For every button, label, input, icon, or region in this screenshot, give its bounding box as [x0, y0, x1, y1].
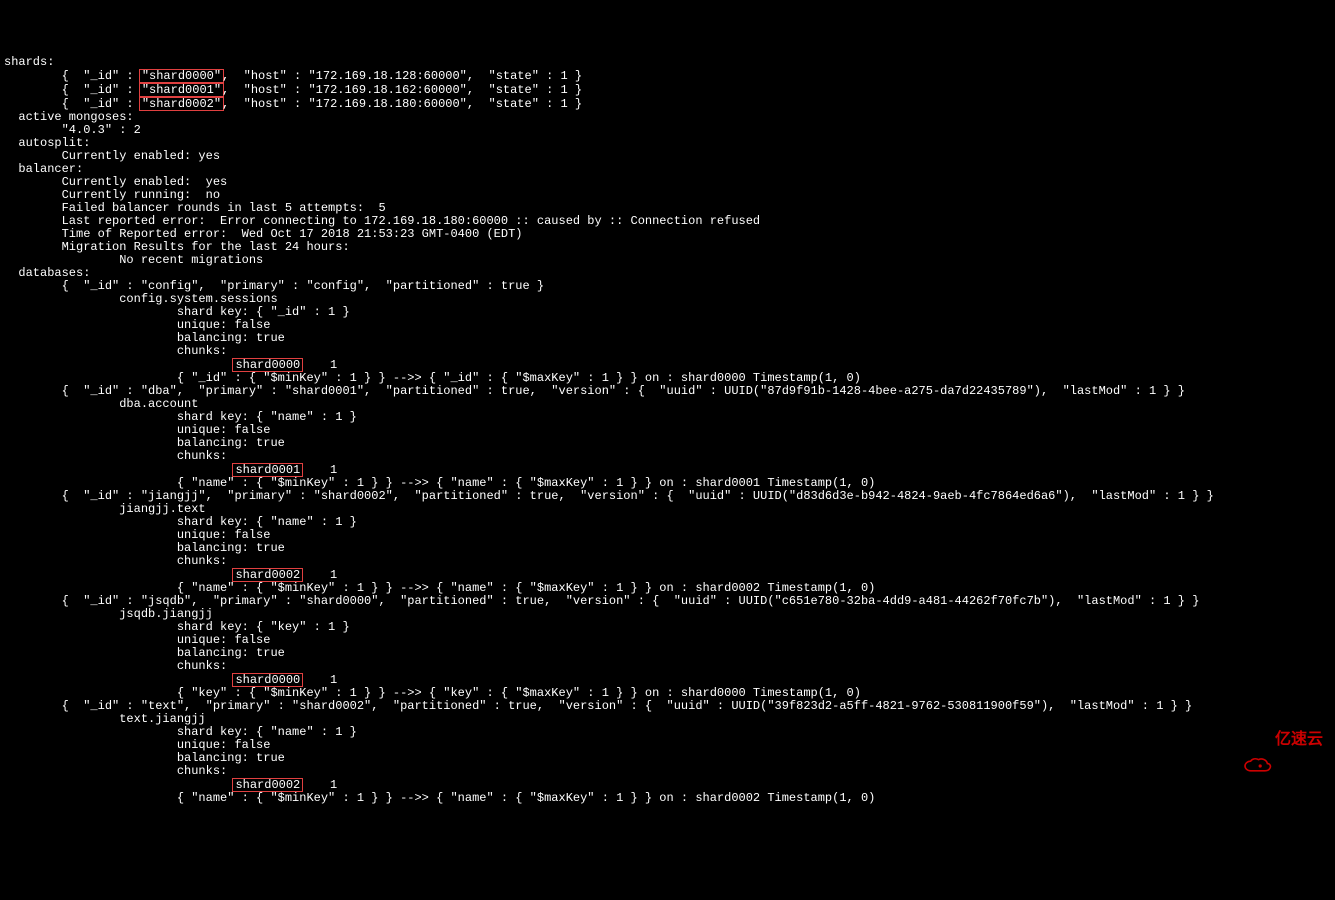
balancer-no-migration: No recent migrations [4, 253, 263, 267]
shard-line-1-pre: { "_id" : [4, 83, 141, 97]
shard-line-1-post: , "host" : "172.169.18.162:60000", "stat… [222, 83, 582, 97]
jiangjj-range: { "name" : { "$minKey" : 1 } } -->> { "n… [4, 581, 883, 595]
db-jsqdb: { "_id" : "jsqdb", "primary" : "shard000… [4, 594, 1199, 608]
dba-account: dba.account [4, 397, 198, 411]
watermark-text: 亿速云 [1275, 733, 1323, 746]
jiangjj-text: jiangjj.text [4, 502, 206, 516]
config-sessions: config.system.sessions [4, 292, 278, 306]
text-table: text.jiangjj [4, 712, 206, 726]
balancer-enabled: Currently enabled: yes [4, 175, 227, 189]
jsqdb-table: jsqdb.jiangjj [4, 607, 213, 621]
dba-range: { "name" : { "$minKey" : 1 } } -->> { "n… [4, 476, 883, 490]
text-balancing: balancing: true [4, 751, 285, 765]
shard-0000-id: "shard0000" [139, 69, 224, 83]
active-mongoses-header: active mongoses: [4, 110, 134, 124]
text-chunk-shard: shard0002 [232, 778, 303, 792]
jiangjj-shardkey: shard key: { "name" : 1 } [4, 515, 357, 529]
jsqdb-range: { "key" : { "$minKey" : 1 } } -->> { "ke… [4, 686, 868, 700]
config-range: { "_id" : { "$minKey" : 1 } } -->> { "_i… [4, 371, 868, 385]
terminal-output: shards: { "_id" : "shard0000", "host" : … [4, 56, 1335, 805]
dba-unique: unique: false [4, 423, 270, 437]
jsqdb-chunk-pre [4, 673, 234, 687]
dba-balancing: balancing: true [4, 436, 285, 450]
text-range: { "name" : { "$minKey" : 1 } } -->> { "n… [4, 791, 883, 805]
dba-chunks: chunks: [4, 449, 227, 463]
balancer-error-time: Time of Reported error: Wed Oct 17 2018 … [4, 227, 522, 241]
jsqdb-chunk-post: 1 [301, 673, 337, 687]
watermark-logo: 亿速云 [1241, 730, 1323, 748]
balancer-failed: Failed balancer rounds in last 5 attempt… [4, 201, 386, 215]
db-config: { "_id" : "config", "primary" : "config"… [4, 279, 544, 293]
jiangjj-chunks: chunks: [4, 554, 227, 568]
text-chunks: chunks: [4, 764, 227, 778]
dba-chunk-pre [4, 463, 234, 477]
jiangjj-balancing: balancing: true [4, 541, 285, 555]
jiangjj-chunk-shard: shard0002 [232, 568, 303, 582]
cloud-icon [1241, 730, 1269, 748]
balancer-header: balancer: [4, 162, 83, 176]
shards-header: shards: [4, 55, 54, 69]
dba-chunk-post: 1 [301, 463, 337, 477]
autosplit-header: autosplit: [4, 136, 90, 150]
config-unique: unique: false [4, 318, 270, 332]
shard-line-0-pre: { "_id" : [4, 69, 141, 83]
db-dba: { "_id" : "dba", "primary" : "shard0001"… [4, 384, 1185, 398]
balancer-migration: Migration Results for the last 24 hours: [4, 240, 357, 254]
shard-0001-id: "shard0001" [139, 83, 224, 97]
jiangjj-chunk-post: 1 [301, 568, 337, 582]
shard-line-2-post: , "host" : "172.169.18.180:60000", "stat… [222, 97, 582, 111]
jiangjj-unique: unique: false [4, 528, 270, 542]
config-shardkey: shard key: { "_id" : 1 } [4, 305, 350, 319]
balancer-error: Last reported error: Error connecting to… [4, 214, 760, 228]
jsqdb-shardkey: shard key: { "key" : 1 } [4, 620, 350, 634]
jiangjj-chunk-pre [4, 568, 234, 582]
jsqdb-unique: unique: false [4, 633, 270, 647]
config-chunk-post: 1 [301, 358, 337, 372]
text-shardkey: shard key: { "name" : 1 } [4, 725, 357, 739]
shard-0002-id: "shard0002" [139, 97, 224, 111]
dba-chunk-shard: shard0001 [232, 463, 303, 477]
balancer-running: Currently running: no [4, 188, 220, 202]
dba-shardkey: shard key: { "name" : 1 } [4, 410, 357, 424]
text-unique: unique: false [4, 738, 270, 752]
text-chunk-pre [4, 778, 234, 792]
shard-line-2-pre: { "_id" : [4, 97, 141, 111]
db-jiangjj: { "_id" : "jiangjj", "primary" : "shard0… [4, 489, 1214, 503]
mongos-version: "4.0.3" : 2 [4, 123, 141, 137]
config-balancing: balancing: true [4, 331, 285, 345]
jsqdb-chunk-shard: shard0000 [232, 673, 303, 687]
config-chunks: chunks: [4, 344, 227, 358]
config-chunk-pre [4, 358, 234, 372]
db-text: { "_id" : "text", "primary" : "shard0002… [4, 699, 1192, 713]
jsqdb-chunks: chunks: [4, 659, 227, 673]
jsqdb-balancing: balancing: true [4, 646, 285, 660]
shard-line-0-post: , "host" : "172.169.18.128:60000", "stat… [222, 69, 582, 83]
text-chunk-post: 1 [301, 778, 337, 792]
autosplit-enabled: Currently enabled: yes [4, 149, 220, 163]
config-chunk-shard: shard0000 [232, 358, 303, 372]
databases-header: databases: [4, 266, 90, 280]
